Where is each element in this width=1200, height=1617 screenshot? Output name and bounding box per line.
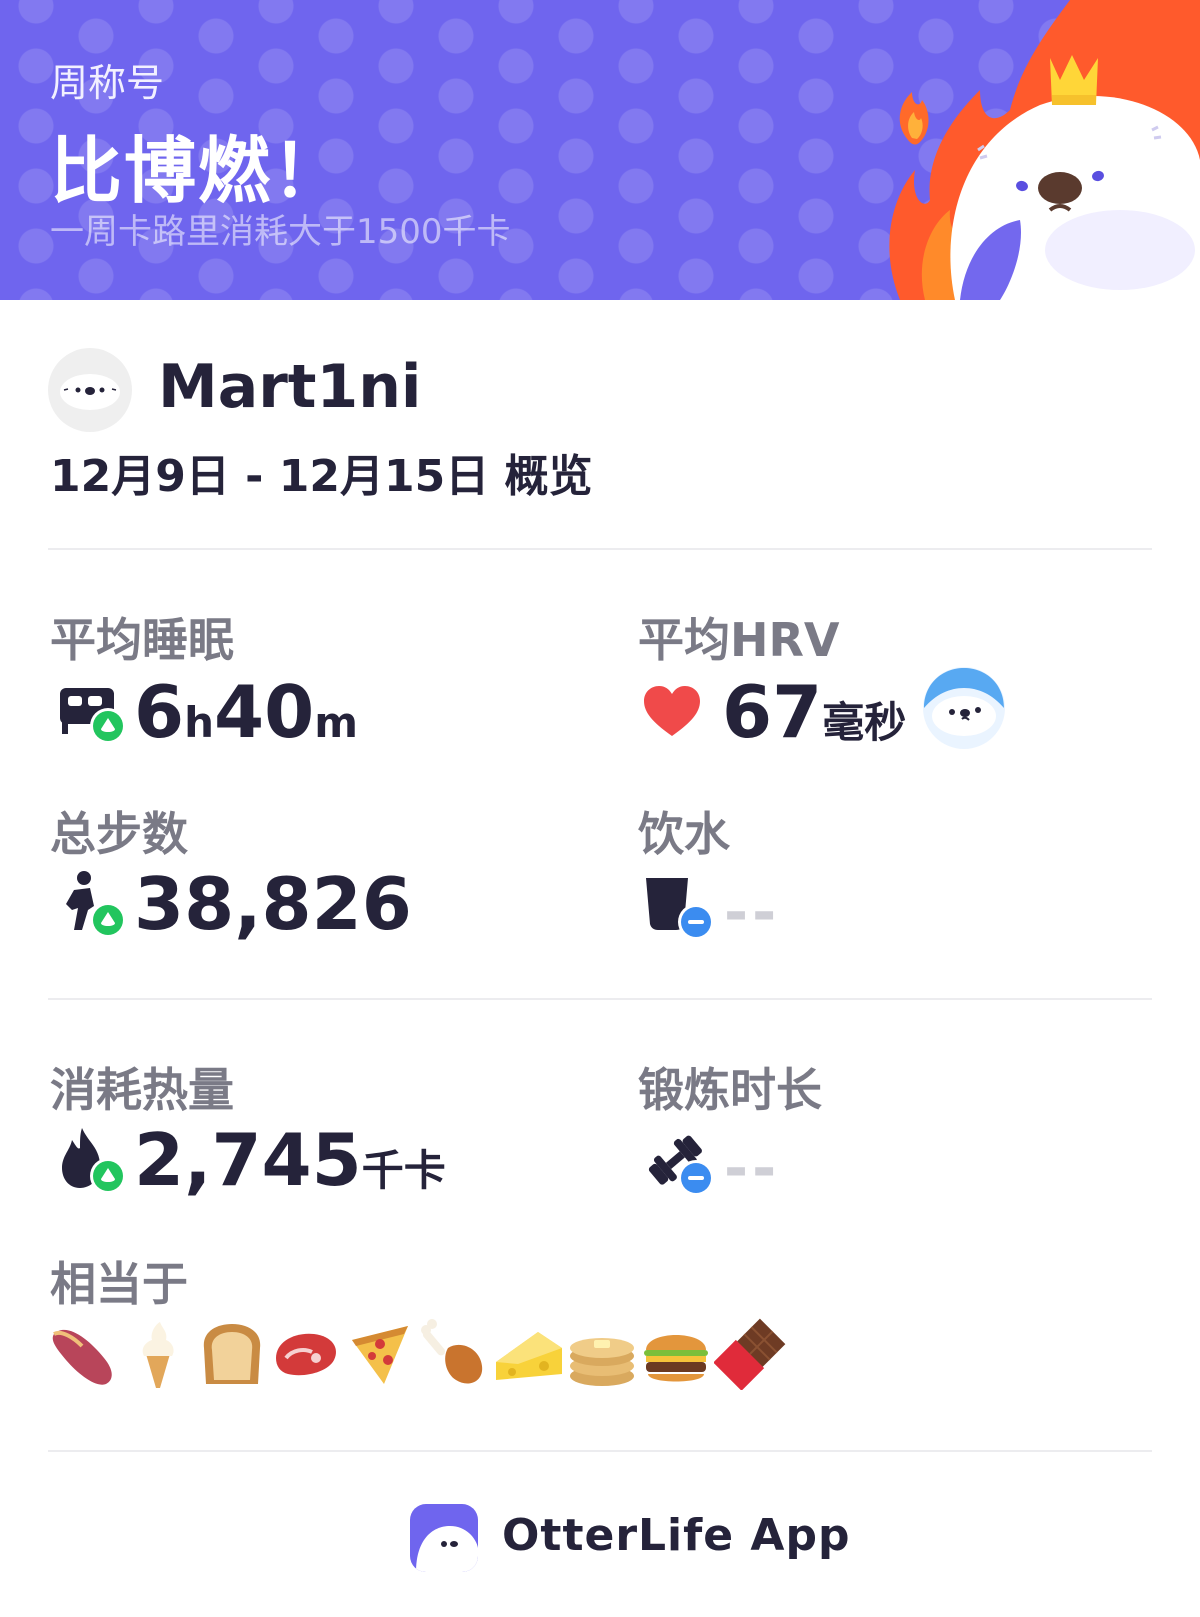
- bed-icon: [60, 688, 126, 744]
- badge-description: 一周卡路里消耗大于1500千卡: [50, 212, 511, 252]
- sleep-hours-unit: h: [184, 698, 215, 747]
- hrv-label: 平均HRV: [638, 613, 840, 667]
- badge-title: 比博燃！: [50, 129, 347, 213]
- sleep-minutes-unit: m: [314, 698, 358, 747]
- sleep-minutes: 40: [214, 670, 315, 754]
- date-range: 12月9日 - 12月15日 概览: [50, 451, 593, 502]
- otterlife-app-logo: [410, 1504, 478, 1572]
- cheese-icon: [496, 1332, 562, 1380]
- otter-logo-icon: [416, 1526, 478, 1572]
- sleep-hours: 6: [134, 670, 185, 754]
- divider: [48, 1450, 1152, 1452]
- walking-person-icon: [66, 871, 126, 938]
- bread-icon: [203, 1324, 261, 1384]
- mascot-fire-otter-icon: [889, 0, 1200, 300]
- hrv-number: 67: [722, 670, 823, 754]
- flame-icon: [62, 1128, 126, 1194]
- heart-icon: [644, 686, 700, 736]
- soft-ice-cream-icon: [142, 1322, 174, 1388]
- water-label: 饮水: [638, 807, 730, 861]
- calories-number: 2,745: [134, 1118, 362, 1202]
- equivalent-label: 相当于: [50, 1257, 188, 1311]
- divider: [48, 548, 1152, 550]
- workout-label: 锻炼时长: [638, 1063, 822, 1117]
- calories-unit: 千卡: [361, 1146, 446, 1195]
- sleep-value: 6h40m: [134, 670, 358, 754]
- workout-value: --: [724, 1134, 781, 1202]
- steak-icon: [276, 1333, 336, 1376]
- user-avatar: [48, 348, 132, 432]
- steps-value: 38,826: [134, 862, 412, 946]
- divider: [48, 998, 1152, 1000]
- app-name: OtterLife App: [502, 1510, 851, 1561]
- chicken-leg-icon: [421, 1319, 483, 1384]
- sleep-label: 平均睡眠: [50, 613, 234, 667]
- username: Mart1ni: [158, 352, 422, 422]
- chocolate-bar-icon: [714, 1318, 786, 1390]
- calories-value: 2,745千卡: [134, 1118, 446, 1202]
- food-equivalents: [48, 1318, 786, 1390]
- calories-label: 消耗热量: [50, 1063, 234, 1117]
- water-value: --: [724, 878, 781, 946]
- water-cup-icon: [646, 878, 714, 940]
- pizza-icon: [352, 1326, 408, 1384]
- sweet-potato-icon: [52, 1329, 112, 1385]
- otter-mascot-icon: [923, 667, 1005, 749]
- badge-kicker: 周称号: [50, 61, 165, 105]
- otter-avatar-icon: [60, 374, 120, 410]
- steps-label: 总步数: [50, 807, 188, 861]
- hrv-unit: 毫秒: [822, 698, 907, 747]
- hamburger-icon: [644, 1335, 708, 1382]
- hrv-value: 67毫秒: [722, 670, 906, 754]
- pancakes-icon: [570, 1338, 634, 1386]
- achievement-banner: 周称号 比博燃！ 一周卡路里消耗大于1500千卡: [0, 0, 1200, 300]
- dumbbell-icon: [648, 1135, 714, 1196]
